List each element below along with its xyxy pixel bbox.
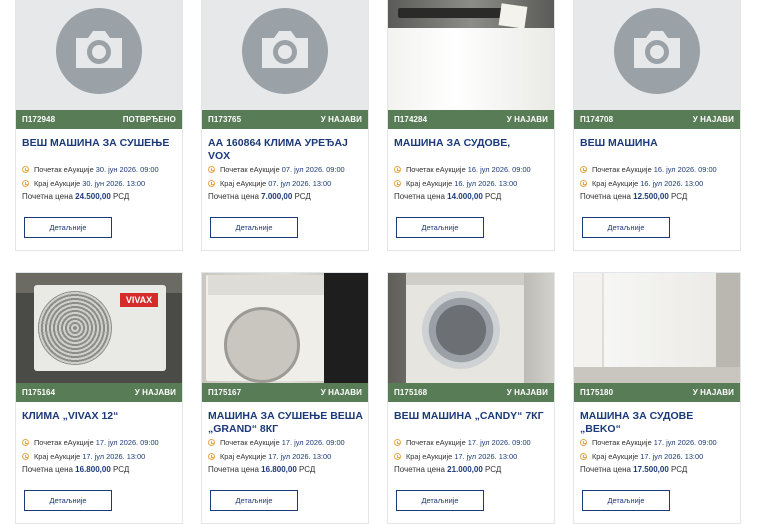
auction-end: Крај еАукције 07. јул 2026. 13:00	[208, 179, 331, 188]
item-title[interactable]: КЛИМА „VIVAX 12“	[22, 410, 178, 423]
auction-end: Крај еАукције 17. јул 2026. 13:00	[22, 452, 145, 461]
item-title[interactable]: ВЕШ МАШИНА ЗА СУШЕЊЕ	[22, 137, 178, 150]
ac-unit-photo: VIVAX	[16, 273, 182, 383]
camera-placeholder-icon	[574, 0, 740, 110]
clock-icon	[580, 166, 587, 173]
lot-code: П175164	[22, 388, 56, 397]
details-button[interactable]: Детаљније	[24, 217, 112, 238]
clock-icon	[394, 166, 401, 173]
dryer-photo	[202, 273, 368, 383]
auction-start: Почетак еАукције 17. јул 2026. 09:00	[22, 438, 159, 447]
auction-end: Крај еАукције 17. јул 2026. 13:00	[580, 452, 703, 461]
item-title[interactable]: МАШИНА ЗА СУДОВЕ,	[394, 137, 550, 150]
vivax-logo: VIVAX	[120, 293, 158, 307]
auction-start: Почетак еАукције 16. јул 2026. 09:00	[394, 165, 531, 174]
lot-code: П175180	[580, 388, 614, 397]
clock-icon	[580, 439, 587, 446]
lot-code: П175168	[394, 388, 428, 397]
lot-bar: П175164 У НАЈАВИ	[16, 383, 182, 402]
starting-price: Почетна цена 14.000,00 РСД	[394, 192, 502, 201]
lot-code: П172948	[22, 115, 56, 124]
item-title[interactable]: ВЕШ МАШИНА „CANDY“ 7КГ	[394, 410, 550, 423]
clock-icon	[208, 180, 215, 187]
status-badge: ПОТВРЂЕНО	[122, 115, 176, 124]
clock-icon	[208, 453, 215, 460]
auction-start: Почетак еАукције 17. јул 2026. 09:00	[580, 438, 717, 447]
starting-price: Почетна цена 16.800,00 РСД	[208, 465, 316, 474]
auction-card[interactable]: П175167 У НАЈАВИ МАШИНА ЗА СУШЕЊЕ ВЕША „G…	[201, 272, 369, 524]
starting-price: Почетна цена 21.000,00 РСД	[394, 465, 502, 474]
auction-card[interactable]: VIVAX П175164 У НАЈАВИ КЛИМА „VIVAX 12“ П…	[15, 272, 183, 524]
starting-price: Почетна цена 7.000,00 РСД	[208, 192, 311, 201]
auction-end: Крај еАукције 30. јун 2026. 13:00	[22, 179, 145, 188]
clock-icon	[22, 453, 29, 460]
status-badge: У НАЈАВИ	[506, 115, 548, 124]
clock-icon	[22, 166, 29, 173]
status-badge: У НАЈАВИ	[320, 388, 362, 397]
auction-end: Крај еАукције 16. јул 2026. 13:00	[580, 179, 703, 188]
lot-bar: П172948 ПОТВРЂЕНО	[16, 110, 182, 129]
washing-machine-photo	[388, 273, 554, 383]
auction-start: Почетак еАукције 17. јул 2026. 09:00	[394, 438, 531, 447]
clock-icon	[394, 180, 401, 187]
auction-card[interactable]: П172948 ПОТВРЂЕНО ВЕШ МАШИНА ЗА СУШЕЊЕ По…	[15, 0, 183, 251]
auction-card[interactable]: П174708 У НАЈАВИ ВЕШ МАШИНА Почетак еАукц…	[573, 0, 741, 251]
clock-icon	[394, 439, 401, 446]
lot-code: П175167	[208, 388, 242, 397]
clock-icon	[208, 166, 215, 173]
lot-code: П174708	[580, 115, 614, 124]
auction-card[interactable]: П173765 У НАЈАВИ АА 160864 КЛИМА УРЕЂАЈ V…	[201, 0, 369, 251]
item-title[interactable]: ВЕШ МАШИНА	[580, 137, 736, 150]
details-button[interactable]: Детаљније	[210, 490, 298, 511]
auction-end: Крај еАукције 16. јул 2026. 13:00	[394, 179, 517, 188]
auction-start: Почетак еАукције 07. јул 2026. 09:00	[208, 165, 345, 174]
lot-bar: П175168 У НАЈАВИ	[388, 383, 554, 402]
clock-icon	[580, 453, 587, 460]
clock-icon	[394, 453, 401, 460]
clock-icon	[22, 180, 29, 187]
auction-start: Почетак еАукције 16. јул 2026. 09:00	[580, 165, 717, 174]
auction-card[interactable]: П174284 У НАЈАВИ МАШИНА ЗА СУДОВЕ, Почета…	[387, 0, 555, 251]
details-button[interactable]: Детаљније	[210, 217, 298, 238]
auction-end: Крај еАукције 17. јул 2026. 13:00	[394, 452, 517, 461]
clock-icon	[580, 180, 587, 187]
status-badge: У НАЈАВИ	[692, 115, 734, 124]
auction-start: Почетак еАукције 17. јул 2026. 09:00	[208, 438, 345, 447]
dishwasher-room-photo	[574, 273, 740, 383]
starting-price: Почетна цена 17.500,00 РСД	[580, 465, 688, 474]
starting-price: Почетна цена 16.800,00 РСД	[22, 465, 130, 474]
auction-end: Крај еАукције 17. јул 2026. 13:00	[208, 452, 331, 461]
status-badge: У НАЈАВИ	[320, 115, 362, 124]
dishwasher-photo	[388, 0, 554, 110]
auction-card[interactable]: П175168 У НАЈАВИ ВЕШ МАШИНА „CANDY“ 7КГ П…	[387, 272, 555, 524]
status-badge: У НАЈАВИ	[506, 388, 548, 397]
lot-bar: П174708 У НАЈАВИ	[574, 110, 740, 129]
lot-code: П173765	[208, 115, 242, 124]
camera-placeholder-icon	[202, 0, 368, 110]
item-title[interactable]: МАШИНА ЗА СУДОВЕ „BEKO“	[580, 410, 736, 436]
status-badge: У НАЈАВИ	[134, 388, 176, 397]
lot-bar: П175167 У НАЈАВИ	[202, 383, 368, 402]
item-title[interactable]: АА 160864 КЛИМА УРЕЂАЈ VOX	[208, 137, 364, 163]
clock-icon	[208, 439, 215, 446]
details-button[interactable]: Детаљније	[582, 217, 670, 238]
lot-bar: П174284 У НАЈАВИ	[388, 110, 554, 129]
item-title[interactable]: МАШИНА ЗА СУШЕЊЕ ВЕША „GRAND“ 8КГ	[208, 410, 364, 436]
starting-price: Почетна цена 24.500,00 РСД	[22, 192, 130, 201]
details-button[interactable]: Детаљније	[24, 490, 112, 511]
starting-price: Почетна цена 12.500,00 РСД	[580, 192, 688, 201]
details-button[interactable]: Детаљније	[396, 490, 484, 511]
lot-code: П174284	[394, 115, 428, 124]
auction-start: Почетак еАукције 30. јун 2026. 09:00	[22, 165, 159, 174]
auction-card[interactable]: П175180 У НАЈАВИ МАШИНА ЗА СУДОВЕ „BEKO“ …	[573, 272, 741, 524]
lot-bar: П175180 У НАЈАВИ	[574, 383, 740, 402]
lot-bar: П173765 У НАЈАВИ	[202, 110, 368, 129]
status-badge: У НАЈАВИ	[692, 388, 734, 397]
clock-icon	[22, 439, 29, 446]
camera-placeholder-icon	[16, 0, 182, 110]
details-button[interactable]: Детаљније	[582, 490, 670, 511]
details-button[interactable]: Детаљније	[396, 217, 484, 238]
